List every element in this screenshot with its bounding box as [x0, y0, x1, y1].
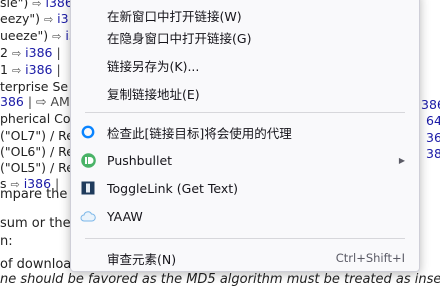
menu-item-label: ToggleLink (Get Text) [107, 180, 239, 196]
menu-item-save-link-as[interactable]: 链接另存为(K)... [71, 51, 419, 79]
bg-text: pherical Cov [0, 111, 78, 126]
menu-item-label: 在隐身窗口中打开链接(G) [107, 30, 252, 46]
bg-link[interactable]: 386 [0, 94, 24, 109]
context-menu: 在新窗口中打开链接(W) 在隐身窗口中打开链接(G) 链接另存为(K)... 复… [70, 0, 420, 272]
bg-text: ("OL6") / Re [0, 144, 74, 159]
bg-line: ueeze") ⇨ i3 [0, 27, 77, 45]
menu-item-label: 链接另存为(K)... [107, 58, 200, 74]
bg-paragraph: ne should be favored as the MD5 algorith… [0, 272, 440, 287]
bg-text: terprise Se [0, 79, 69, 94]
bg-text: ueeze") [0, 28, 49, 43]
arrow-icon: ⇨ [11, 47, 22, 60]
bg-link[interactable]: i386 [46, 0, 73, 10]
menu-separator [85, 238, 405, 239]
bg-paragraph: n: [0, 234, 13, 249]
bg-line: 2 ⇨ i386 | [0, 44, 61, 62]
arrow-icon: ⇨ [11, 64, 22, 77]
bg-text: | [56, 45, 61, 60]
menu-item-inspect-element[interactable]: 审查元素(N) Ctrl+Shift+I [71, 244, 419, 272]
bg-line: 1 ⇨ i386 | [0, 61, 61, 79]
menu-item-label: 在新窗口中打开链接(W) [107, 8, 242, 24]
togglelink-icon [80, 180, 96, 196]
arrow-icon: ⇨ [43, 13, 54, 26]
yaaw-cloud-icon [80, 208, 96, 224]
bg-text: 1 [0, 62, 8, 77]
bg-link[interactable]: i3 [57, 11, 68, 26]
proxy-check-icon [80, 124, 96, 140]
menu-item-pushbullet[interactable]: Pushbullet ▶ [71, 146, 419, 174]
bg-line: 386 | ⇨ AM [0, 93, 70, 111]
menu-item-yaaw[interactable]: YAAW [71, 202, 419, 230]
bg-paragraph: sum or the [0, 216, 71, 231]
bg-text: ("OL5") / Re [0, 160, 74, 175]
menu-item-label: Pushbullet [107, 152, 173, 168]
bg-link[interactable]: i386 [25, 62, 52, 77]
bg-text: sle") [0, 0, 29, 10]
menu-item-label: 审查元素(N) [107, 251, 177, 267]
bg-line: pherical Cov [0, 110, 78, 128]
menu-separator [85, 112, 405, 113]
menu-item-check-proxy[interactable]: 检查此[链接目标]将会使用的代理 [71, 118, 419, 146]
pushbullet-icon [80, 152, 96, 168]
bg-text: ("OL7") / Re [0, 128, 74, 143]
bg-text: eezy") [0, 11, 40, 26]
bg-text: | ⇨ AM [27, 94, 70, 109]
menu-item-copy-link-address[interactable]: 复制链接地址(E) [71, 79, 419, 107]
menu-item-label: YAAW [107, 208, 143, 224]
menu-item-togglelink[interactable]: ToggleLink (Get Text) [71, 174, 419, 202]
menu-item-open-in-incognito[interactable]: 在隐身窗口中打开链接(G) [71, 23, 419, 51]
menu-item-label: 检查此[链接目标]将会使用的代理 [107, 125, 292, 141]
arrow-icon: ⇨ [32, 0, 42, 10]
bg-text: | [56, 62, 61, 77]
arrow-icon: ⇨ [52, 30, 62, 43]
menu-item-shortcut: Ctrl+Shift+I [335, 251, 405, 265]
bg-text: 2 [0, 45, 8, 60]
bg-link[interactable]: 64 [426, 112, 440, 130]
bg-line: eezy") ⇨ i3 [0, 10, 69, 28]
submenu-arrow-icon: ▶ [398, 155, 405, 165]
bg-paragraph: mpare the [0, 187, 68, 202]
bg-link[interactable]: i386 [25, 45, 52, 60]
bg-link[interactable]: 38 [426, 145, 440, 163]
menu-item-label: 复制链接地址(E) [107, 86, 200, 102]
